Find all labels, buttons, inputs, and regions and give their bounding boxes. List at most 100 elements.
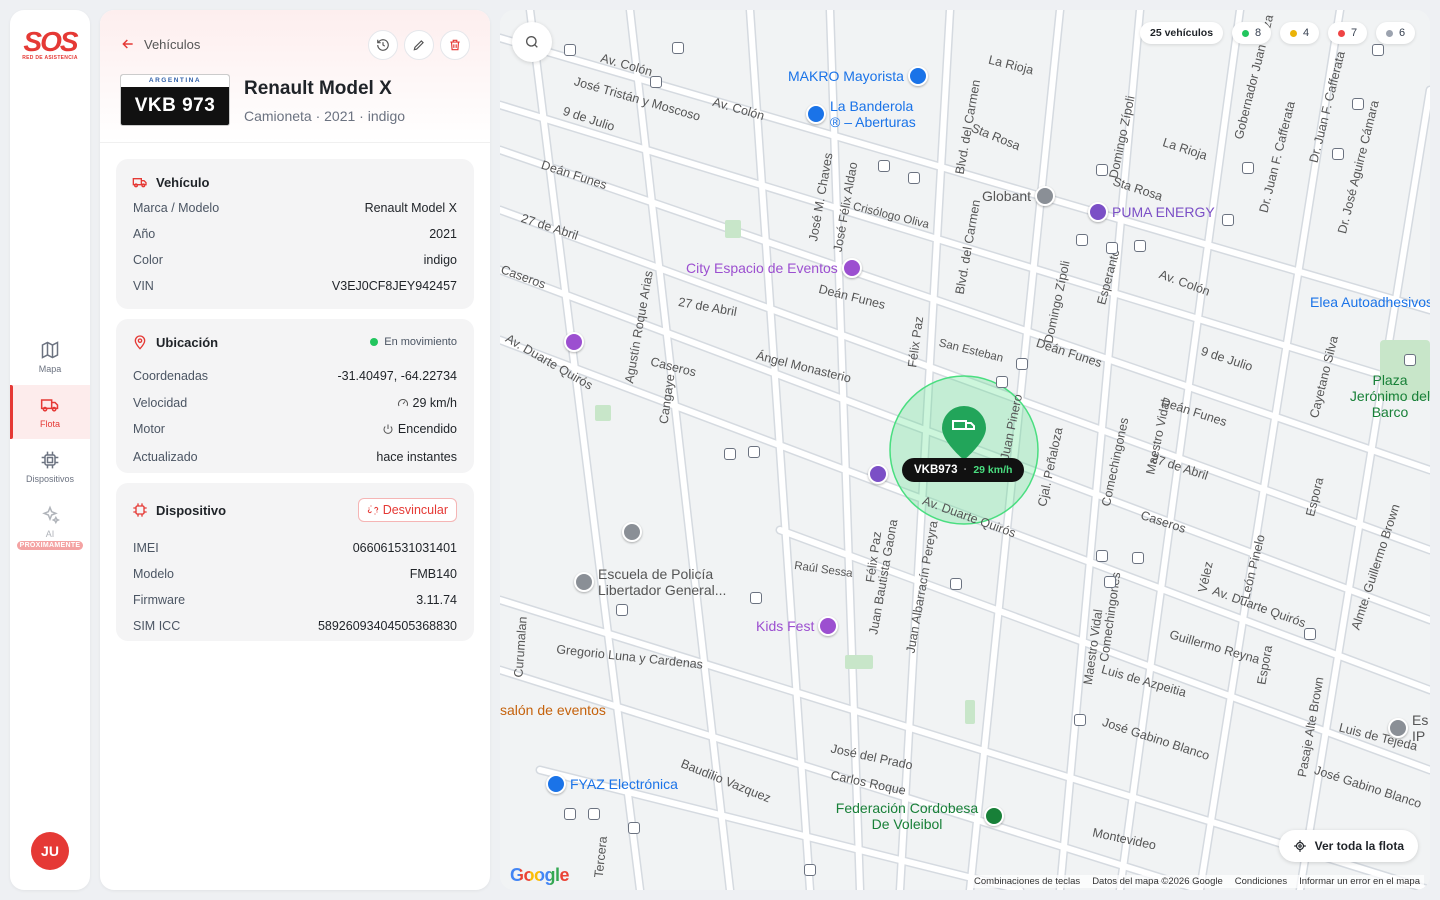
map-data-attribution: Datos del mapa ©2026 Google: [1092, 876, 1223, 887]
info-row: Modelo FMB140: [133, 567, 457, 581]
poi-label: Escuela de Policía Libertador General...: [598, 566, 727, 598]
road-network: [500, 10, 1430, 890]
bus-stop-icon: [616, 604, 628, 616]
poi-label: Plaza Jerónimo del Barco: [1349, 372, 1430, 420]
poi-es-ip[interactable]: Es IP: [1388, 712, 1429, 744]
bus-stop-icon: [748, 446, 760, 458]
vehicle-label-speed: 29 km/h: [973, 464, 1013, 476]
info-row: Marca / Modelo Renault Model X: [133, 201, 457, 215]
report-error-link[interactable]: Informar un error en el mapa: [1299, 876, 1420, 887]
google-wordmark: Google: [510, 865, 570, 885]
bus-stop-icon: [1242, 162, 1254, 174]
poi-school[interactable]: [622, 522, 642, 542]
poi-globant[interactable]: Globant: [982, 186, 1056, 206]
info-row: Coordenadas -31.40497, -64.22734: [133, 369, 457, 383]
nav-item-dispositivos[interactable]: Dispositivos: [10, 450, 90, 504]
bus-stop-icon: [1074, 714, 1086, 726]
status-count-chip-stopped[interactable]: 7: [1328, 22, 1368, 44]
nav-item-ai[interactable]: AI PRÓXIMAMENTE: [10, 505, 90, 559]
poi-escuela-policia[interactable]: Escuela de Policía Libertador General...: [574, 566, 730, 598]
bus-stop-icon: [564, 808, 576, 820]
pencil-icon: [413, 40, 424, 51]
unlink-device-button[interactable]: Desvincular: [357, 498, 457, 522]
poi-fyaz[interactable]: FYAZ Electrónica: [546, 774, 678, 794]
info-row: SIM ICC 58926093404505368830: [133, 619, 457, 633]
history-button[interactable]: [368, 30, 398, 60]
fuel-icon: [1088, 202, 1108, 222]
poi-kids-fest[interactable]: Kids Fest: [756, 616, 839, 636]
vehicle-map-label[interactable]: VKB973 · 29 km/h: [902, 458, 1025, 482]
trash-icon: [450, 39, 460, 51]
location-card: Ubicación En movimiento Coordenadas -31.4…: [116, 319, 474, 473]
poi-puma-energy[interactable]: PUMA ENERGY: [1088, 202, 1215, 222]
status-text: En movimiento: [384, 336, 457, 348]
sos-logo[interactable]: SOS RED DE ASISTENCIA: [10, 26, 90, 62]
device-card: Dispositivo Desvincular IMEI 066061531031…: [116, 483, 474, 641]
count-value: 7: [1351, 27, 1358, 39]
row-value: 066061531031401: [352, 541, 457, 555]
keyboard-shortcuts-link[interactable]: Combinaciones de teclas: [974, 876, 1080, 887]
poi-federacion[interactable]: Federación Cordobesa De Voleibol: [834, 800, 1004, 832]
poi-salon[interactable]: salón de eventos: [500, 702, 606, 718]
status-count-chip-offline[interactable]: 6: [1376, 22, 1416, 44]
poi-label: La Banderola ® – Aberturas: [830, 98, 916, 130]
poi-la-banderola[interactable]: La Banderola ® – Aberturas: [806, 98, 926, 130]
bus-stop-icon: [650, 76, 662, 88]
arrow-left-icon: [122, 39, 133, 49]
poi-elea[interactable]: Elea Autoadhesivos: [1310, 294, 1430, 310]
bus-stop-icon: [724, 448, 736, 460]
map-search-button[interactable]: [512, 22, 552, 62]
edit-button[interactable]: [404, 30, 434, 60]
event-icon: [564, 332, 584, 352]
history-icon: [377, 39, 389, 51]
row-key: Año: [133, 227, 156, 241]
status-dot: [1338, 29, 1345, 37]
bus-stop-icon: [1372, 44, 1384, 56]
device-card-header: Dispositivo: [132, 502, 226, 518]
terms-link[interactable]: Condiciones: [1235, 876, 1287, 887]
nav-item-flota[interactable]: Flota: [10, 385, 90, 439]
location-card-header: Ubicación: [132, 334, 218, 350]
map-view[interactable]: Av. Colón Av. Colón José Tristán y Mosco…: [500, 10, 1430, 890]
row-key: Color: [133, 253, 163, 267]
user-avatar[interactable]: JU: [31, 832, 69, 870]
google-logo: Google: [510, 865, 570, 886]
chip-icon: [133, 503, 147, 517]
bus-stop-icon: [588, 808, 600, 820]
event-icon: [818, 616, 839, 636]
count-value: 6: [1399, 27, 1406, 39]
row-value: 3.11.74: [416, 593, 457, 607]
plate-number: VKB 973: [134, 95, 216, 116]
vehicle-label-plate: VKB973: [914, 464, 958, 476]
logo-text: SOS: [23, 26, 78, 57]
panel-header: Vehículos ARGENTINA VKB 973 Renault Mode…: [100, 10, 490, 143]
row-value: -31.40497, -64.22734: [337, 369, 457, 383]
poi-fuel[interactable]: [868, 464, 888, 484]
bus-stop-icon: [1332, 148, 1344, 160]
info-row: Motor Encendido: [133, 422, 457, 436]
fleet-count: 25 vehículos: [1150, 27, 1214, 39]
poi-makro[interactable]: MAKRO Mayorista: [788, 66, 928, 86]
status-count-chip-idle[interactable]: 4: [1280, 22, 1320, 44]
poi-event[interactable]: [564, 332, 584, 352]
row-value: 2021: [429, 227, 457, 241]
poi-label: Federación Cordobesa De Voleibol: [835, 800, 979, 832]
info-row: IMEI 066061531031401: [133, 541, 457, 555]
status-count-chip-moving[interactable]: 8: [1232, 22, 1272, 44]
bus-stop-icon: [996, 376, 1008, 388]
view-all-fleet-button[interactable]: Ver toda la flota: [1278, 830, 1418, 862]
status-dot: [1386, 29, 1393, 37]
info-row: VIN V3EJ0CF8JEY942457: [133, 279, 457, 293]
back-link[interactable]: Vehículos: [120, 36, 200, 52]
truck-icon: [40, 399, 59, 412]
poi-plaza[interactable]: Plaza Jerónimo del Barco: [1346, 372, 1430, 420]
vehicle-title: Renault Model X: [244, 78, 392, 99]
poi-city-espacio[interactable]: City Espacio de Eventos: [686, 258, 862, 278]
delete-button[interactable]: [440, 30, 470, 60]
status-dot: [1242, 29, 1249, 37]
row-key: SIM ICC: [133, 619, 181, 633]
row-key: Velocidad: [133, 396, 188, 410]
poi-label: Es IP: [1412, 712, 1429, 744]
bus-stop-icon: [628, 822, 640, 834]
poi-label: City Espacio de Eventos: [686, 260, 838, 276]
